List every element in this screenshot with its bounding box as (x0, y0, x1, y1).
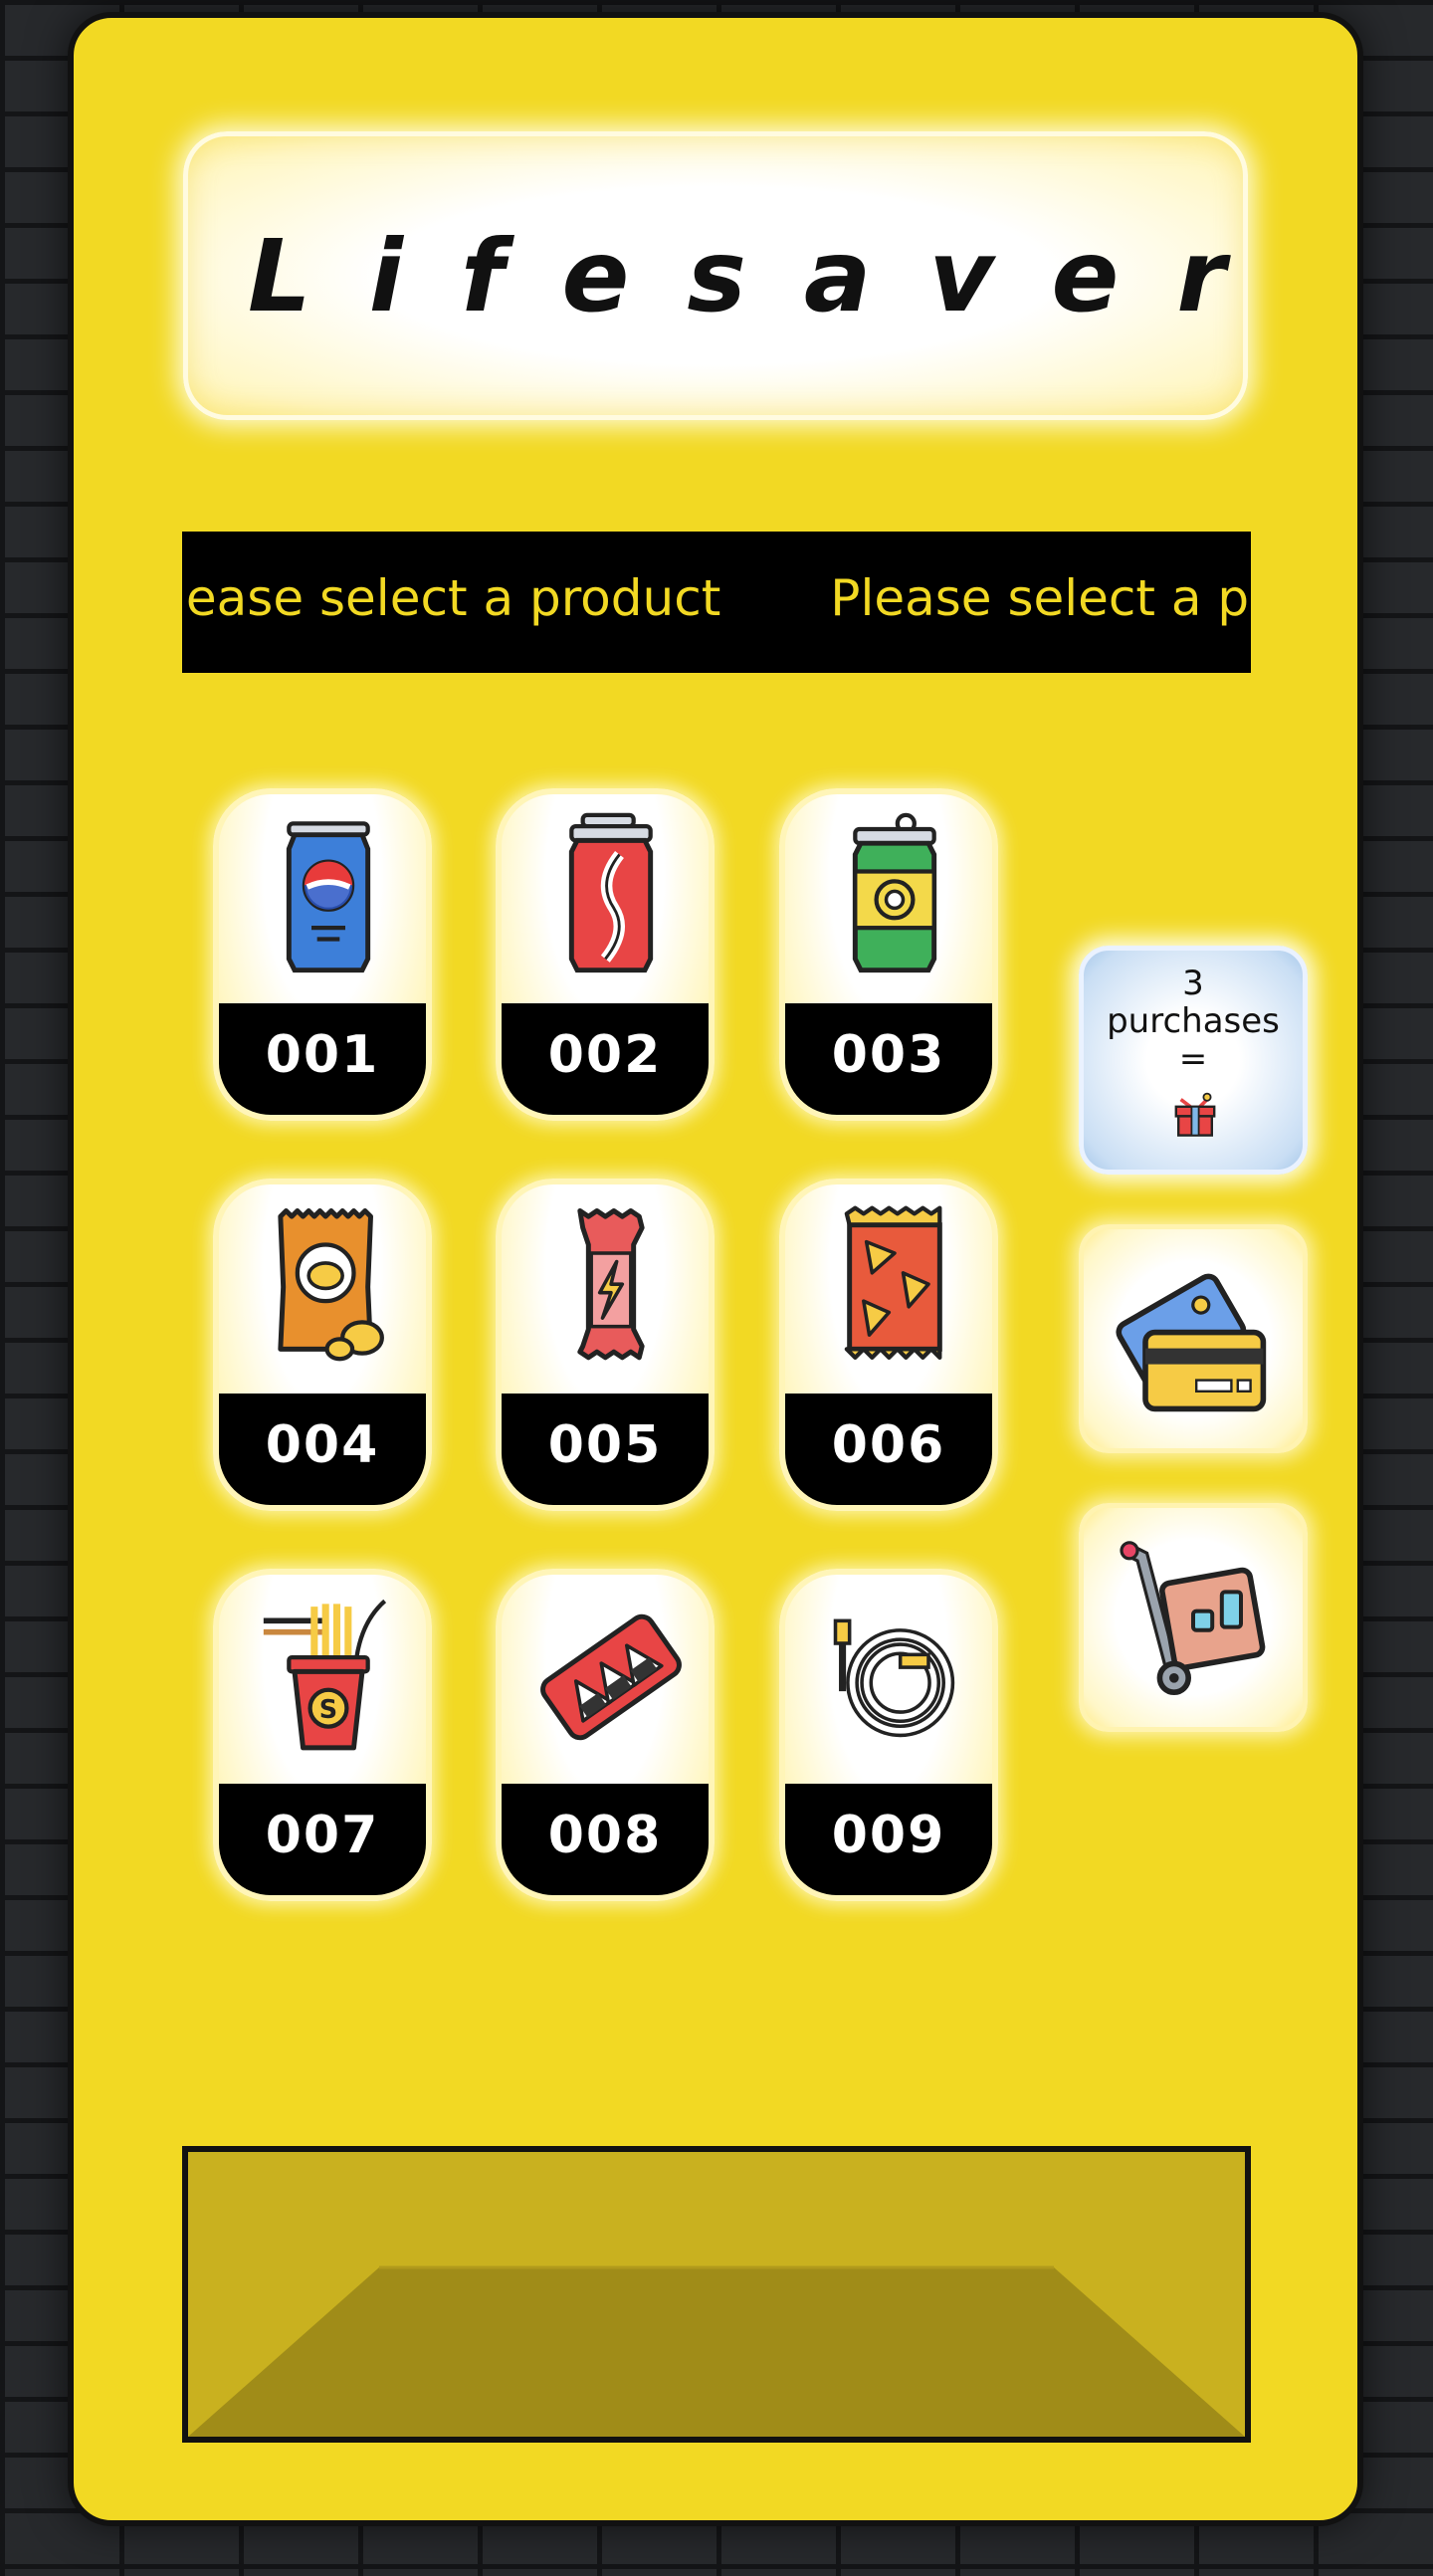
payment-button[interactable] (1079, 1224, 1308, 1453)
product-code: 001 (219, 1003, 426, 1115)
promo-line-3: = (1178, 1039, 1208, 1079)
nacho-chips-bag-icon (844, 1205, 942, 1360)
product-007-button[interactable]: S 007 (213, 1569, 432, 1901)
product-003-button[interactable]: 003 (779, 788, 998, 1121)
svg-text:S: S (319, 1695, 337, 1725)
product-004-button[interactable]: 004 (213, 1179, 432, 1511)
product-006-button[interactable]: 006 (779, 1179, 998, 1511)
hand-truck-icon (1120, 1541, 1266, 1695)
marquee-text-a: lease select a product (182, 569, 721, 627)
promo-text: 3 purchases = (1084, 965, 1303, 1078)
product-code: 002 (502, 1003, 709, 1115)
brand-logo-panel: Lifesaver (183, 131, 1248, 420)
product-code: 003 (785, 1003, 992, 1115)
soda-can-blue-icon (286, 821, 371, 973)
tray-opening (188, 2152, 1245, 2437)
onigiri-tray-icon (540, 1613, 682, 1741)
delivery-button[interactable] (1079, 1503, 1308, 1732)
gift-box-icon (1174, 1092, 1216, 1137)
marquee-text-b: Please select a p (830, 569, 1250, 627)
promo-line-1: 3 (1182, 964, 1204, 1003)
product-code: 006 (785, 1394, 992, 1505)
soda-can-green-icon (852, 812, 937, 973)
product-008-button[interactable]: 008 (496, 1569, 715, 1901)
charging-cable-icon (833, 1618, 955, 1738)
product-code: 004 (219, 1394, 426, 1505)
product-002-button[interactable]: 002 (496, 788, 715, 1121)
potato-chips-bag-icon (278, 1208, 384, 1362)
status-marquee: lease select a product Please select a p (182, 532, 1251, 673)
product-code: 008 (502, 1784, 709, 1895)
promo-line-2: purchases (1107, 1001, 1280, 1041)
energy-bar-icon (577, 1208, 645, 1361)
product-001-button[interactable]: 001 (213, 788, 432, 1121)
soda-can-red-icon (568, 812, 654, 973)
product-code: 007 (219, 1784, 426, 1895)
product-009-button[interactable]: 009 (779, 1569, 998, 1901)
pickup-tray[interactable] (182, 2146, 1251, 2443)
credit-card-icon (1116, 1273, 1267, 1412)
promo-button[interactable]: 3 purchases = (1079, 946, 1308, 1175)
product-code: 009 (785, 1784, 992, 1895)
noodle-cup-icon: S (263, 1599, 387, 1751)
product-code: 005 (502, 1394, 709, 1505)
brand-name: Lifesaver (248, 217, 1284, 334)
product-005-button[interactable]: 005 (496, 1179, 715, 1511)
